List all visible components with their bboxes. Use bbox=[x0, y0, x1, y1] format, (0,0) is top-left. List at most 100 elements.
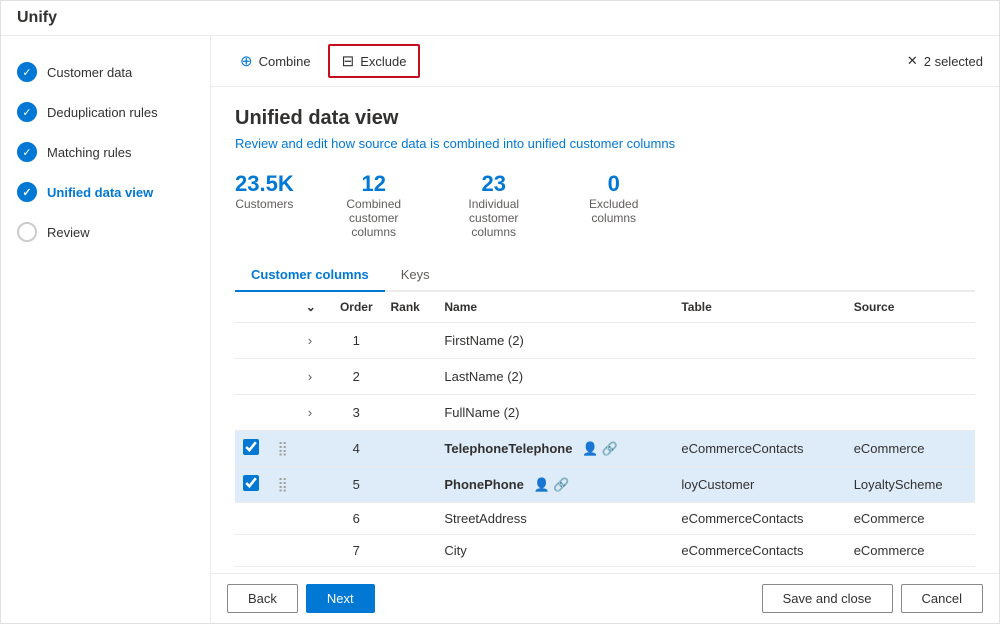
cancel-button[interactable]: Cancel bbox=[901, 584, 983, 613]
cell-order: 6 bbox=[330, 503, 382, 535]
back-button[interactable]: Back bbox=[227, 584, 298, 613]
row-checkbox-5[interactable] bbox=[243, 475, 259, 491]
sidebar-item-customer-data[interactable]: Customer data bbox=[1, 52, 210, 92]
drag-handle[interactable]: ⣿ bbox=[277, 440, 287, 456]
cell-table: loyCustomer bbox=[673, 467, 845, 503]
sidebar-label-customer-data: Customer data bbox=[47, 65, 132, 80]
stat-value-customers: 23.5K bbox=[235, 171, 294, 197]
stat-customers: 23.5KCustomers bbox=[235, 171, 294, 239]
cell-name: TelephoneTelephone 👤 🔗 bbox=[436, 431, 673, 467]
stat-value-combined-columns: 12 bbox=[361, 171, 385, 197]
cell-rank bbox=[383, 503, 437, 535]
cell-source: eCommerce bbox=[846, 535, 975, 567]
cell-table bbox=[673, 323, 845, 359]
cell-order: 2 bbox=[330, 359, 382, 395]
footer: Back Next Save and close Cancel bbox=[211, 573, 999, 623]
sidebar-item-deduplication-rules[interactable]: Deduplication rules bbox=[1, 92, 210, 132]
sidebar-item-matching-rules[interactable]: Matching rules bbox=[1, 132, 210, 172]
table-row: ⣿ 4 TelephoneTelephone 👤 🔗eCommerceContact… bbox=[235, 431, 975, 467]
save-close-button[interactable]: Save and close bbox=[762, 584, 893, 613]
sidebar-label-deduplication-rules: Deduplication rules bbox=[47, 105, 158, 120]
header-name: Name bbox=[436, 292, 673, 323]
stat-label-individual-columns: Individual customer columns bbox=[454, 197, 534, 239]
cell-table: eCommerceContacts bbox=[673, 431, 845, 467]
title-bar: Unify bbox=[1, 1, 999, 36]
cell-table: eCommerceContacts bbox=[673, 503, 845, 535]
cell-source: eCommerce bbox=[846, 431, 975, 467]
cell-order: 5 bbox=[330, 467, 382, 503]
header-table: Table bbox=[673, 292, 845, 323]
stat-excluded-columns: 0Excluded columns bbox=[574, 171, 654, 239]
sidebar-circle-review bbox=[17, 222, 37, 242]
stat-value-individual-columns: 23 bbox=[481, 171, 505, 197]
sidebar-label-unified-data-view: Unified data view bbox=[47, 185, 153, 200]
sidebar-item-review[interactable]: Review bbox=[1, 212, 210, 252]
cell-name: StreetAddress bbox=[436, 503, 673, 535]
sidebar-circle-customer-data bbox=[17, 62, 37, 82]
cell-rank bbox=[383, 467, 437, 503]
stat-individual-columns: 23Individual customer columns bbox=[454, 171, 534, 239]
header-checkbox-col bbox=[235, 292, 269, 323]
cell-name: LastName (2) bbox=[436, 359, 673, 395]
sidebar-label-matching-rules: Matching rules bbox=[47, 145, 132, 160]
cell-rank bbox=[383, 431, 437, 467]
exclude-button[interactable]: ⊟ Exclude bbox=[328, 44, 421, 78]
sidebar-item-unified-data-view[interactable]: Unified data view bbox=[1, 172, 210, 212]
link-icon: 🔗 bbox=[553, 477, 569, 492]
header-order: Order bbox=[330, 292, 382, 323]
toolbar: ⊕ Combine ⊟ Exclude ✕ 2 selected bbox=[211, 36, 999, 87]
cell-name: FirstName (2) bbox=[436, 323, 673, 359]
sidebar-circle-deduplication-rules bbox=[17, 102, 37, 122]
sidebar-circle-unified-data-view bbox=[17, 182, 37, 202]
exclude-icon: ⊟ bbox=[342, 52, 355, 70]
table-header-row: ⌄ Order Rank Name Table Source bbox=[235, 292, 975, 323]
content-area: ⊕ Combine ⊟ Exclude ✕ 2 selected Unified… bbox=[211, 36, 999, 623]
sidebar: Customer data Deduplication rules Matching… bbox=[1, 36, 211, 623]
tabs-row: Customer columnsKeys bbox=[235, 259, 975, 292]
tab-customer-columns[interactable]: Customer columns bbox=[235, 259, 385, 292]
cell-rank bbox=[383, 395, 437, 431]
header-source: Source bbox=[846, 292, 975, 323]
close-icon[interactable]: ✕ bbox=[907, 53, 918, 69]
drag-handle[interactable]: ⣿ bbox=[277, 476, 287, 492]
stat-combined-columns: 12Combined customer columns bbox=[334, 171, 414, 239]
combine-label: Combine bbox=[259, 54, 311, 69]
cell-name: PhonePhone 👤 🔗 bbox=[436, 467, 673, 503]
cell-rank bbox=[383, 535, 437, 567]
cell-source bbox=[846, 359, 975, 395]
table-row: ⣿ 5 PhonePhone 👤 🔗loyCustomerLoyaltyScheme bbox=[235, 467, 975, 503]
expand-row-btn[interactable]: › bbox=[306, 331, 314, 350]
row-checkbox-4[interactable] bbox=[243, 439, 259, 455]
tab-keys[interactable]: Keys bbox=[385, 259, 446, 292]
cell-order: 3 bbox=[330, 395, 382, 431]
stat-label-combined-columns: Combined customer columns bbox=[334, 197, 414, 239]
expand-all-icon[interactable]: ⌄ bbox=[306, 300, 316, 314]
cell-name: City bbox=[436, 535, 673, 567]
cell-order: 4 bbox=[330, 431, 382, 467]
combine-button[interactable]: ⊕ Combine bbox=[227, 45, 324, 77]
data-table: ⌄ Order Rank Name Table Source ›1FirstNa… bbox=[235, 292, 975, 573]
page-subtitle: Review and edit how source data is combi… bbox=[235, 136, 975, 151]
table-row: 6 StreetAddresseCommerceContactseCommerce bbox=[235, 503, 975, 535]
expand-row-btn[interactable]: › bbox=[306, 403, 314, 422]
stat-label-excluded-columns: Excluded columns bbox=[574, 197, 654, 225]
cell-table bbox=[673, 395, 845, 431]
link-icon: 🔗 bbox=[602, 441, 618, 456]
app-shell: Unify Customer data Deduplication rules Ma… bbox=[0, 0, 1000, 624]
cell-name: FullName (2) bbox=[436, 395, 673, 431]
table-container: ⌄ Order Rank Name Table Source ›1FirstNa… bbox=[235, 292, 975, 573]
cell-source: LoyaltyScheme bbox=[846, 467, 975, 503]
cell-table: eCommerceContacts bbox=[673, 535, 845, 567]
person-icon: 👤 bbox=[582, 441, 598, 456]
stats-row: 23.5KCustomers 12Combined customer column… bbox=[235, 171, 975, 239]
header-expand-col: ⌄ bbox=[298, 292, 330, 323]
cell-order: 7 bbox=[330, 535, 382, 567]
expand-row-btn[interactable]: › bbox=[306, 367, 314, 386]
sidebar-label-review: Review bbox=[47, 225, 90, 240]
exclude-label: Exclude bbox=[360, 54, 406, 69]
cell-rank bbox=[383, 359, 437, 395]
selected-count-label: 2 selected bbox=[924, 54, 983, 69]
next-button[interactable]: Next bbox=[306, 584, 375, 613]
cell-table bbox=[673, 359, 845, 395]
cell-source: eCommerce bbox=[846, 503, 975, 535]
